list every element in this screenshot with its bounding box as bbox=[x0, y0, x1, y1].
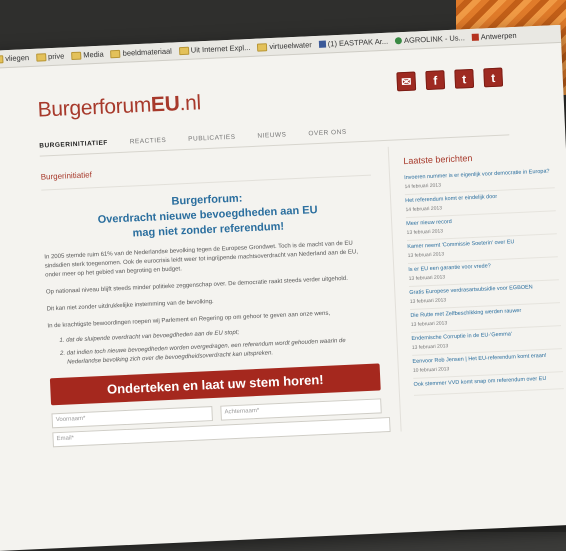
folder-icon bbox=[257, 42, 268, 52]
logo-text: Burgerforum bbox=[37, 93, 152, 122]
bookmark-uit-internet[interactable]: Uit Internet Expl... bbox=[178, 42, 251, 55]
nav-publicaties[interactable]: PUBLICATIES bbox=[188, 134, 236, 143]
folder-icon bbox=[0, 54, 4, 64]
bookmark-label: (1) EASTPAK Ar... bbox=[327, 36, 389, 49]
folder-icon bbox=[178, 46, 189, 55]
bookmark-virtueelwater[interactable]: virtueelwater bbox=[257, 40, 313, 52]
twitter-icon[interactable]: t bbox=[483, 67, 504, 88]
nav-nieuws[interactable]: NIEUWS bbox=[257, 131, 286, 139]
post-title[interactable]: Ook stemmer VVD komt snap om referendum … bbox=[413, 375, 563, 389]
folder-icon bbox=[71, 51, 82, 60]
nav-over-ons[interactable]: OVER ONS bbox=[308, 129, 347, 138]
nav-reacties[interactable]: REACTIES bbox=[130, 137, 167, 146]
content-area: Burgerinitiatief Burgerforum: Overdracht… bbox=[40, 139, 566, 448]
folder-icon bbox=[110, 49, 121, 58]
logo-eu: EU bbox=[150, 92, 181, 117]
bookmark-label: Uit Internet Expl... bbox=[190, 42, 251, 55]
nav-burgerinitiatief[interactable]: BURGERINITIATIEF bbox=[39, 140, 108, 150]
main-column: Burgerinitiatief Burgerforum: Overdracht… bbox=[40, 147, 401, 448]
logo-tld: .nl bbox=[179, 91, 202, 116]
bookmark-media[interactable]: Media bbox=[71, 50, 104, 60]
site-logo[interactable]: BurgerforumEU.nl bbox=[37, 91, 201, 122]
bookmark-label: Antwerpen bbox=[480, 30, 517, 42]
email-icon[interactable]: ✉ bbox=[396, 71, 417, 92]
twitter-icon[interactable]: t bbox=[454, 68, 475, 89]
sidebar: Laatste berichten Invoeren nummer is er … bbox=[387, 139, 566, 432]
first-name-field[interactable]: Voornaam* bbox=[51, 406, 213, 429]
bookmark-agrolink[interactable]: AGROLINK - Us... bbox=[394, 33, 466, 45]
bookmark-eastpak[interactable]: (1) EASTPAK Ar... bbox=[318, 36, 389, 49]
bookmark-label: virtueelwater bbox=[269, 40, 313, 52]
bookmark-beeldmateriaal[interactable]: beeldmateriaal bbox=[110, 47, 172, 59]
headline: Burgerforum: Overdracht nieuwe bevoegdhe… bbox=[42, 186, 374, 246]
sidebar-title: Laatste berichten bbox=[403, 153, 473, 167]
bookmark-antwerpen[interactable]: Antwerpen bbox=[471, 30, 517, 42]
facebook-icon[interactable]: f bbox=[425, 70, 446, 91]
facebook-icon bbox=[318, 40, 326, 48]
folder-icon bbox=[35, 52, 47, 62]
demands-list: dat de sluipende overdracht van bevoegdh… bbox=[48, 322, 379, 368]
bookmark-label: beeldmateriaal bbox=[122, 46, 173, 58]
bookmark-label: vliegen bbox=[5, 53, 30, 64]
bookmark-icon bbox=[471, 33, 479, 41]
sign-petition-button[interactable]: Onderteken en laat uw stem horen! bbox=[49, 363, 381, 406]
bookmark-vliegen[interactable]: vliegen bbox=[0, 53, 29, 64]
social-icons: ✉ f t t bbox=[396, 67, 504, 92]
bookmark-label: AGROLINK - Us... bbox=[403, 33, 466, 45]
globe-icon bbox=[394, 37, 403, 45]
body-paragraph: In 2005 stemde ruim 61% van de Nederland… bbox=[44, 240, 359, 279]
browser-page: vliegen prive Media beeldmateriaal Uit I… bbox=[0, 24, 566, 551]
bookmark-label: prive bbox=[47, 51, 65, 62]
website: BurgerforumEU.nl ✉ f t t BURGERINITIATIE… bbox=[0, 43, 566, 450]
last-name-field[interactable]: Achternaam* bbox=[220, 398, 382, 421]
bookmark-prive[interactable]: prive bbox=[35, 51, 65, 62]
bookmark-label: Media bbox=[83, 49, 104, 60]
